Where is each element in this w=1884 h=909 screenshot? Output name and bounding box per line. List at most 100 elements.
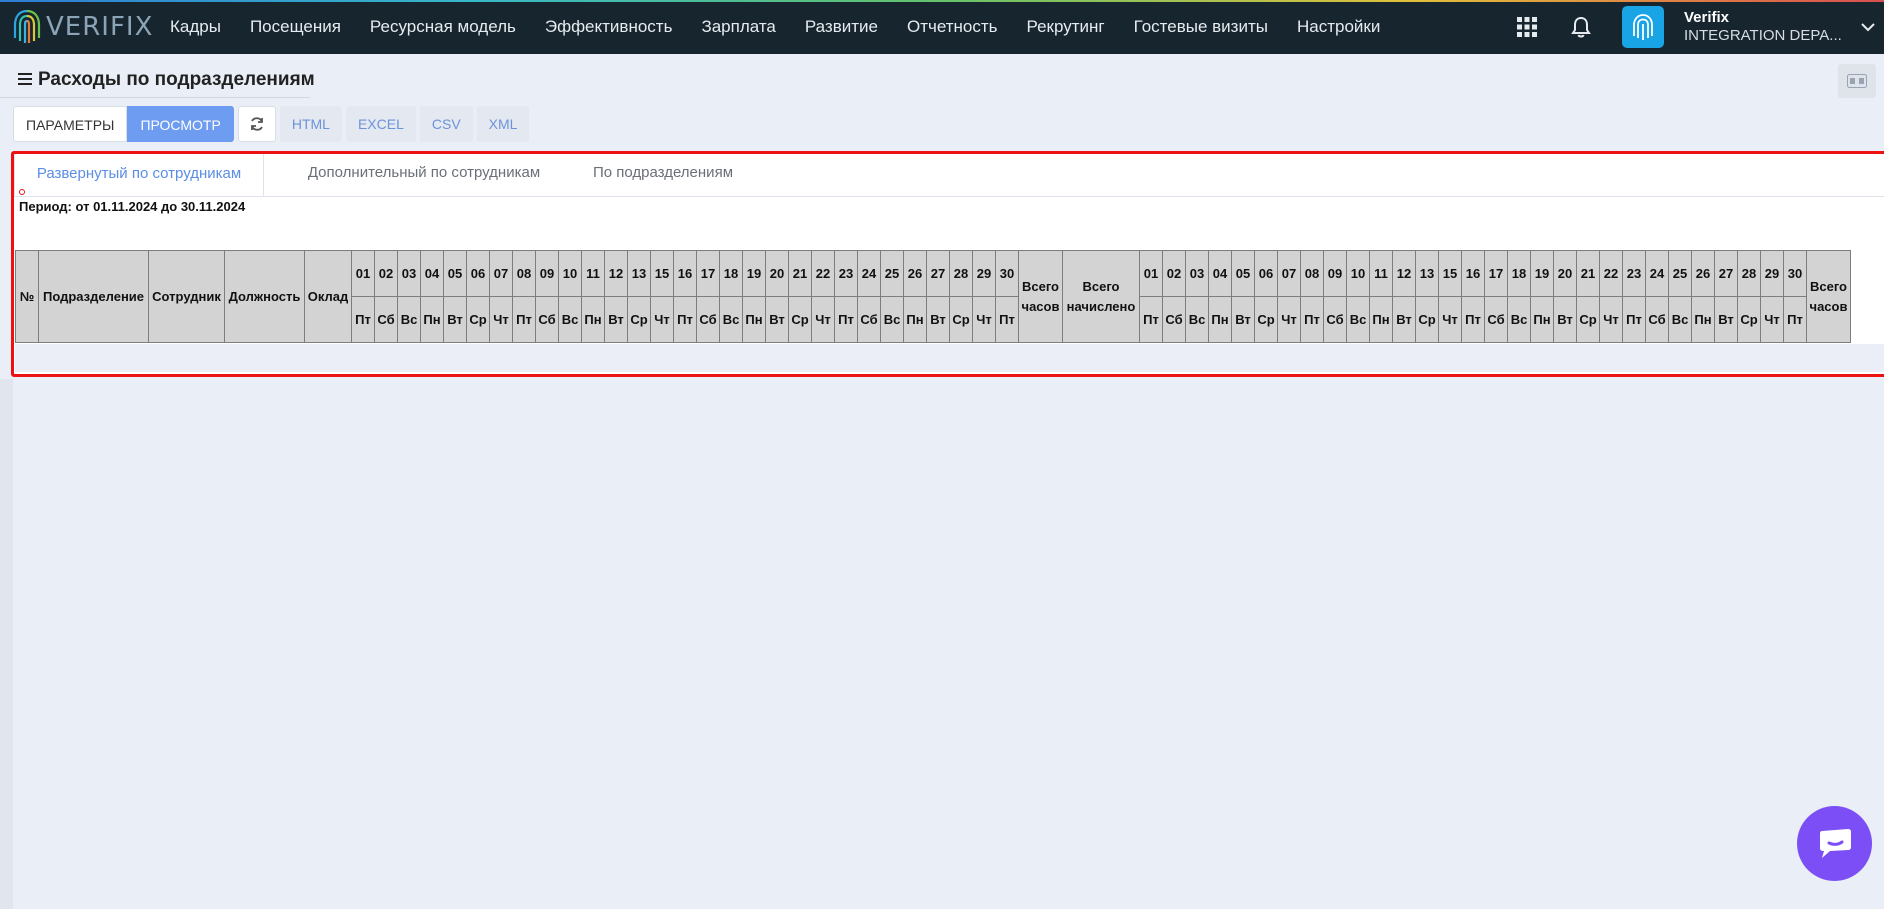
col-day-2-15: 15 [1438, 250, 1462, 297]
export-xml-button[interactable]: XML [476, 106, 530, 142]
col-weekday-2-9: Вс [1346, 296, 1370, 343]
col-weekday-1-15: Сб [696, 296, 720, 343]
tab-by-department[interactable]: По подразделениям [570, 153, 756, 196]
chevron-down-icon[interactable] [1860, 22, 1880, 32]
col-day-2-09: 09 [1323, 250, 1347, 297]
col-weekday-1-28: Пт [995, 296, 1019, 343]
col-day-2-04: 04 [1208, 250, 1232, 297]
menu-item-development[interactable]: Развитие [805, 17, 878, 37]
col-weekday-2-11: Вт [1392, 296, 1416, 343]
menu-item-reports[interactable]: Отчетность [907, 17, 998, 37]
tab-additional-by-employee[interactable]: Дополнительный по сотрудникам [278, 153, 570, 196]
user-info[interactable]: Verifix INTEGRATION DEPA... [1684, 9, 1852, 45]
menu-item-salary[interactable]: Зарплата [701, 17, 775, 37]
table-footer [15, 344, 1884, 372]
view-button[interactable]: ПРОСМОТР [127, 106, 234, 142]
col-day-2-10: 10 [1346, 250, 1370, 297]
menu-item-efficiency[interactable]: Эффективность [545, 17, 673, 37]
refresh-button[interactable] [237, 106, 276, 142]
col-department: Подразделение [38, 250, 149, 343]
main-menu: Кадры Посещения Ресурсная модель Эффекти… [170, 0, 1409, 54]
menu-item-resource-model[interactable]: Ресурсная модель [370, 17, 516, 37]
apps-grid-icon[interactable] [1514, 14, 1540, 40]
col-weekday-1-20: Чт [811, 296, 835, 343]
col-day-1-17: 17 [696, 250, 720, 297]
translate-button[interactable] [1838, 64, 1876, 98]
col-day-1-09: 09 [535, 250, 559, 297]
report-toolbar: ПАРАМЕТРЫ ПРОСМОТР HTML EXCEL CSV XML [13, 106, 530, 142]
menu-item-staff[interactable]: Кадры [170, 17, 221, 37]
col-day-2-17: 17 [1484, 250, 1508, 297]
col-total-hours-1: Всего часов [1018, 250, 1063, 343]
col-day-1-24: 24 [857, 250, 881, 297]
col-weekday-2-27: Чт [1760, 296, 1784, 343]
export-excel-button[interactable]: EXCEL [345, 106, 416, 142]
col-weekday-1-6: Чт [489, 296, 513, 343]
col-weekday-2-6: Чт [1277, 296, 1301, 343]
col-employee: Сотрудник [148, 250, 225, 343]
col-weekday-2-2: Вс [1185, 296, 1209, 343]
col-day-1-18: 18 [719, 250, 743, 297]
col-weekday-1-13: Чт [650, 296, 674, 343]
col-position: Должность [224, 250, 305, 343]
logo[interactable]: VERIFIX [12, 8, 153, 46]
col-day-2-26: 26 [1691, 250, 1715, 297]
col-day-2-24: 24 [1645, 250, 1669, 297]
col-weekday-1-19: Ср [788, 296, 812, 343]
report-table-scroll[interactable]: № Подразделение Сотрудник Должность Оклад 01 0… [15, 250, 1884, 344]
refresh-icon [250, 117, 263, 131]
chat-icon [1819, 828, 1851, 858]
col-weekday-1-3: Пн [420, 296, 444, 343]
col-day-1-13: 13 [627, 250, 651, 297]
col-weekday-1-1: Сб [374, 296, 398, 343]
col-day-2-02: 02 [1162, 250, 1186, 297]
col-weekday-1-25: Вт [926, 296, 950, 343]
col-day-2-29: 29 [1760, 250, 1784, 297]
col-day-1-05: 05 [443, 250, 467, 297]
page-title-text: Расходы по подразделениям [38, 69, 315, 90]
bell-icon[interactable] [1568, 14, 1594, 40]
col-weekday-2-18: Вт [1553, 296, 1577, 343]
chat-button[interactable] [1797, 806, 1872, 881]
params-button[interactable]: ПАРАМЕТРЫ [13, 106, 128, 142]
menu-item-attendance[interactable]: Посещения [250, 17, 341, 37]
col-day-1-29: 29 [972, 250, 996, 297]
col-day-1-02: 02 [374, 250, 398, 297]
menu-item-settings[interactable]: Настройки [1297, 17, 1380, 37]
user-name: Verifix [1684, 9, 1730, 26]
fingerprint-icon [1633, 14, 1653, 40]
col-day-1-26: 26 [903, 250, 927, 297]
col-weekday-2-14: Пт [1461, 296, 1485, 343]
col-weekday-2-20: Чт [1599, 296, 1623, 343]
menu-item-guest-visits[interactable]: Гостевые визиты [1134, 17, 1268, 37]
hamburger-icon[interactable] [18, 69, 32, 91]
tab-expanded-by-employee[interactable]: Развернутый по сотрудникам [14, 153, 264, 196]
page-title: Расходы по подразделениям [18, 69, 315, 91]
col-weekday-2-17: Пн [1530, 296, 1554, 343]
col-day-2-27: 27 [1714, 250, 1738, 297]
export-csv-button[interactable]: CSV [419, 106, 473, 142]
col-day-2-07: 07 [1277, 250, 1301, 297]
col-day-2-23: 23 [1622, 250, 1646, 297]
col-weekday-2-19: Ср [1576, 296, 1600, 343]
col-day-1-22: 22 [811, 250, 835, 297]
col-day-1-19: 19 [742, 250, 766, 297]
col-day-1-20: 20 [765, 250, 789, 297]
export-html-button[interactable]: HTML [279, 106, 342, 142]
logo-text: VERIFIX [46, 12, 154, 42]
col-weekday-2-16: Вс [1507, 296, 1531, 343]
col-weekday-1-11: Вт [604, 296, 628, 343]
col-weekday-2-0: Пт [1139, 296, 1163, 343]
col-day-1-16: 16 [673, 250, 697, 297]
col-day-1-21: 21 [788, 250, 812, 297]
report-table: № Подразделение Сотрудник Должность Оклад 01 0… [15, 250, 1851, 343]
user-avatar[interactable] [1622, 6, 1664, 48]
col-weekday-2-5: Ср [1254, 296, 1278, 343]
col-weekday-1-0: Пт [351, 296, 375, 343]
col-weekday-1-26: Ср [949, 296, 973, 343]
col-weekday-2-22: Сб [1645, 296, 1669, 343]
navbar-right: Verifix INTEGRATION DEPA... [1514, 0, 1884, 54]
col-day-2-05: 05 [1231, 250, 1255, 297]
col-weekday-2-8: Сб [1323, 296, 1347, 343]
menu-item-recruiting[interactable]: Рекрутинг [1027, 17, 1105, 37]
